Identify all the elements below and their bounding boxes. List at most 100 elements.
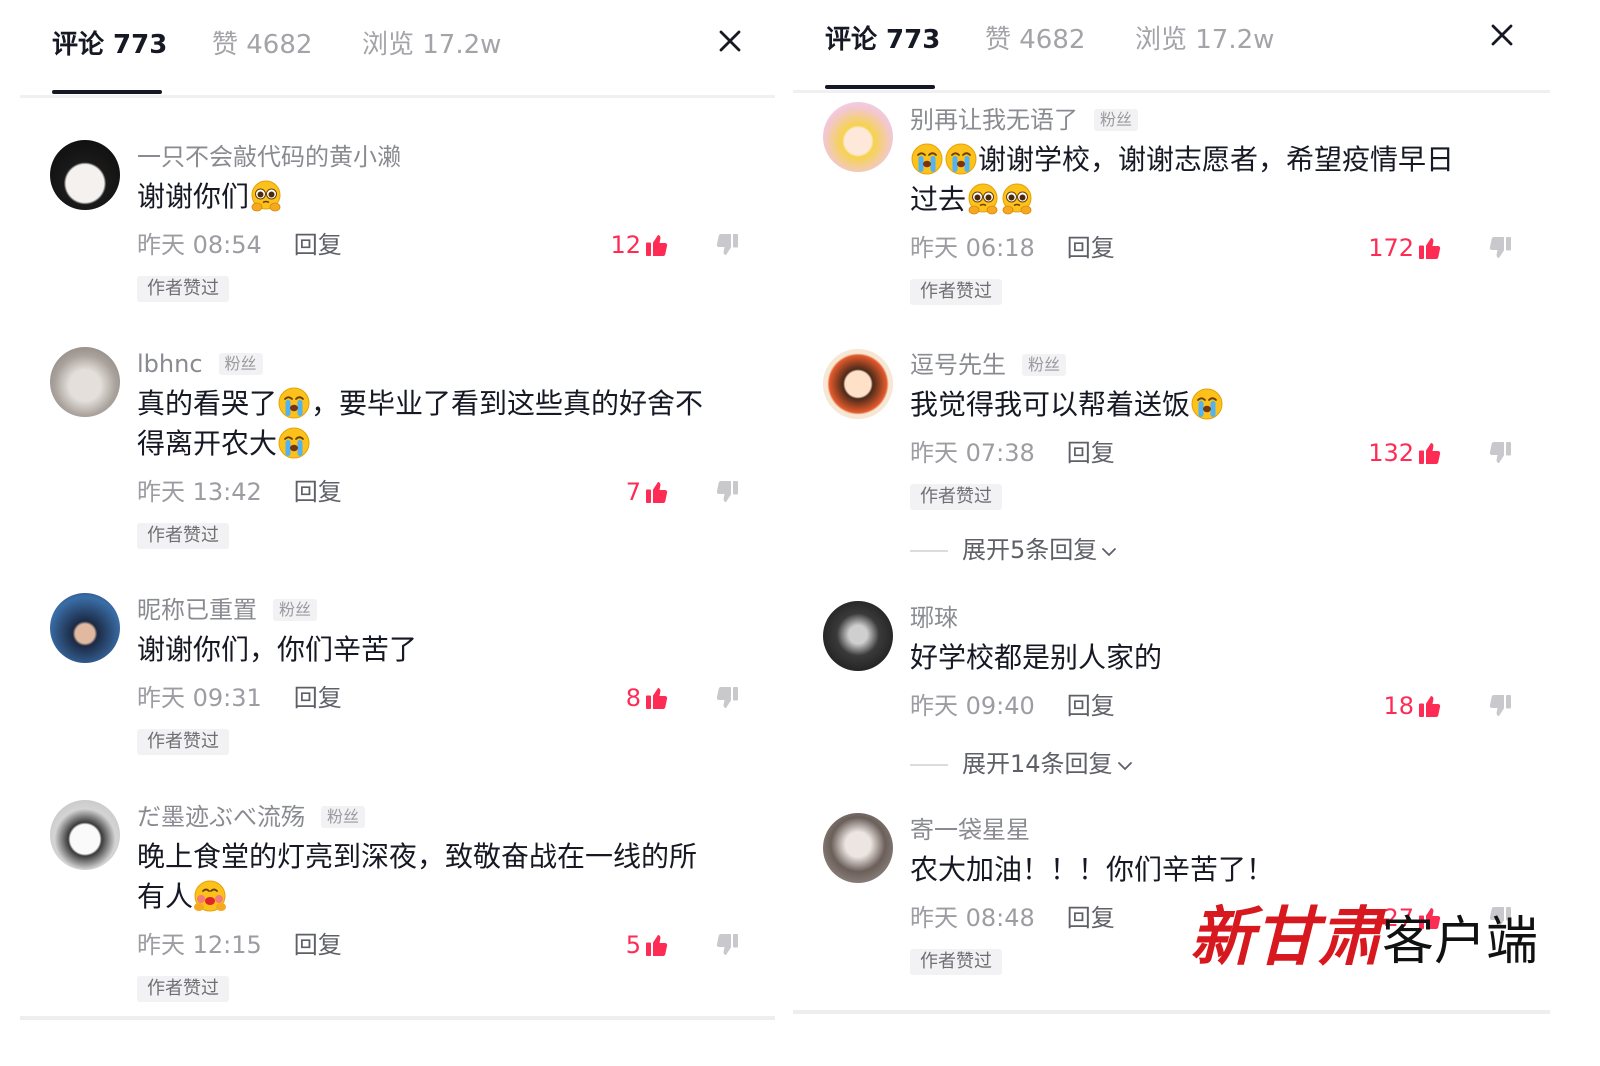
like-button[interactable]: 7	[626, 474, 669, 510]
comment-time: 昨天 09:40	[910, 692, 1035, 720]
like-count: 5	[625, 931, 641, 959]
comment-text-segment: 好学校都是别人家的	[910, 641, 1163, 674]
comment-item: 别再让我无语了 粉丝 谢谢学校，谢谢志愿者，希望疫情早日 过去 昨天 06:18 回…	[910, 105, 1520, 305]
username[interactable]: 别再让我无语了	[910, 106, 1078, 134]
avatar[interactable]	[823, 601, 893, 671]
comment-text-segment: 真的看哭了	[137, 387, 278, 420]
reply-button[interactable]: 回复	[1067, 234, 1115, 262]
active-tab-indicator	[825, 85, 935, 89]
avatar[interactable]	[50, 347, 120, 417]
fan-badge: 粉丝	[1094, 109, 1139, 131]
reply-button[interactable]: 回复	[1067, 439, 1115, 467]
thumb-up-icon	[1418, 441, 1442, 465]
comment-text-segment: 谢谢你们，你们辛苦了	[137, 633, 418, 666]
comment-item: だ墨迹ぶべ流殇 粉丝 晚上食堂的灯亮到深夜，致敬奋战在一线的所 有人 昨天 12:…	[137, 802, 747, 1002]
tab-comments[interactable]: 评论 773	[825, 24, 940, 56]
pleading-face-emoji	[967, 183, 999, 215]
avatar[interactable]	[50, 593, 120, 663]
thumb-down-icon[interactable]	[715, 686, 739, 710]
pleading-face-emoji	[250, 180, 282, 212]
expand-replies-button[interactable]: 展开14条回复	[910, 746, 1520, 782]
comment-text: 真的看哭了 ，要毕业了看到这些真的好舍不 得离开农大	[137, 384, 747, 464]
username[interactable]: だ墨迹ぶべ流殇	[137, 803, 305, 831]
comment-line: 真的看哭了 ，要毕业了看到这些真的好舍不	[137, 384, 747, 424]
thumb-down-icon[interactable]	[1488, 441, 1512, 465]
reply-button[interactable]: 回复	[294, 478, 342, 506]
username[interactable]: 逗号先生	[910, 351, 1006, 379]
avatar[interactable]	[823, 102, 893, 172]
reply-button[interactable]: 回复	[1067, 692, 1115, 720]
comment-author-row: 别再让我无语了 粉丝	[910, 105, 1520, 135]
comment-line: 过去	[910, 180, 1520, 220]
author-liked-badge: 作者赞过	[137, 276, 229, 302]
tab-likes[interactable]: 赞 4682	[212, 29, 312, 61]
comment-time: 昨天 13:42	[137, 478, 262, 506]
thumb-up-icon	[645, 233, 669, 257]
username[interactable]: 昵称已重置	[137, 596, 257, 624]
thumb-down-icon[interactable]	[1488, 694, 1512, 718]
like-button[interactable]: 132	[1368, 435, 1442, 471]
comment-time: 昨天 07:38	[910, 439, 1035, 467]
comment-author-row: lbhnc 粉丝	[137, 349, 747, 379]
like-button[interactable]: 12	[610, 227, 669, 263]
comment-text-segment: ，要毕业了看到这些真的好舍不	[311, 387, 704, 420]
comment-text-segment: 谢谢你们	[137, 180, 250, 213]
reply-button[interactable]: 回复	[294, 684, 342, 712]
like-button[interactable]: 8	[626, 680, 669, 716]
comment-meta-row: 昨天 08:54 回复 12	[137, 227, 747, 263]
like-count: 8	[625, 684, 641, 712]
tab-comments[interactable]: 评论 773	[52, 29, 167, 61]
fan-badge: 粉丝	[218, 353, 263, 375]
avatar[interactable]	[50, 140, 120, 210]
tab-views[interactable]: 浏览 17.2w	[362, 29, 501, 61]
like-button[interactable]: 18	[1383, 688, 1442, 724]
reply-button[interactable]: 回复	[294, 231, 342, 259]
crying-face-emoji	[945, 143, 977, 175]
footer-divider	[20, 1016, 775, 1020]
username[interactable]: 琊琜	[910, 604, 958, 632]
reply-button[interactable]: 回复	[1067, 904, 1115, 932]
header-divider	[20, 95, 775, 98]
blushing-face-emoji	[194, 880, 226, 912]
crying-face-emoji	[1191, 388, 1223, 420]
like-button[interactable]: 5	[626, 927, 669, 963]
like-count: 12	[610, 231, 641, 259]
pleading-face-emoji	[1001, 183, 1033, 215]
thumb-down-icon[interactable]	[715, 933, 739, 957]
username[interactable]: 寄一袋星星	[910, 816, 1030, 844]
thumb-down-icon[interactable]	[1488, 236, 1512, 260]
header-divider	[793, 90, 1550, 93]
left-comment-panel: 评论 773 赞 4682 浏览 17.2w 一只不会敲代码的黄小濑 谢谢你们 …	[20, 0, 775, 1022]
tab-likes[interactable]: 赞 4682	[985, 24, 1085, 56]
fan-badge: 粉丝	[321, 806, 366, 828]
comment-line: 农大加油！！！你们辛苦了！	[910, 850, 1520, 890]
comment-text-segment: 晚上食堂的灯亮到深夜，致敬奋战在一线的所	[137, 840, 698, 873]
watermark-suffix: 客户端	[1382, 912, 1539, 972]
like-count: 132	[1368, 439, 1414, 467]
username[interactable]: lbhnc	[137, 350, 203, 378]
avatar[interactable]	[50, 800, 120, 870]
thumb-down-icon[interactable]	[715, 233, 739, 257]
comment-time: 昨天 09:31	[137, 684, 262, 712]
comment-item: lbhnc 粉丝 真的看哭了 ，要毕业了看到这些真的好舍不 得离开农大 昨天 13:…	[137, 349, 747, 549]
comment-time: 昨天 12:15	[137, 931, 262, 959]
comment-meta-row: 昨天 09:31 回复 8	[137, 680, 747, 716]
comment-text-segment: 我觉得我可以帮着送饭	[910, 388, 1191, 421]
thumb-down-icon[interactable]	[715, 480, 739, 504]
expand-replies-label: 展开14条回复	[962, 750, 1113, 778]
tab-views[interactable]: 浏览 17.2w	[1135, 24, 1274, 56]
comment-text: 谢谢学校，谢谢志愿者，希望疫情早日 过去	[910, 140, 1520, 220]
close-icon[interactable]	[718, 29, 742, 53]
like-button[interactable]: 172	[1368, 230, 1442, 266]
comment-text: 我觉得我可以帮着送饭	[910, 385, 1520, 425]
crying-face-emoji	[278, 387, 310, 419]
avatar[interactable]	[823, 813, 893, 883]
username[interactable]: 一只不会敲代码的黄小濑	[137, 143, 401, 171]
comment-line: 谢谢你们，你们辛苦了	[137, 630, 747, 670]
comment-author-row: 逗号先生 粉丝	[910, 350, 1520, 380]
expand-replies-button[interactable]: 展开5条回复	[910, 532, 1520, 568]
avatar[interactable]	[823, 349, 893, 419]
thumb-up-icon	[1418, 694, 1442, 718]
close-icon[interactable]	[1490, 23, 1514, 47]
reply-button[interactable]: 回复	[294, 931, 342, 959]
